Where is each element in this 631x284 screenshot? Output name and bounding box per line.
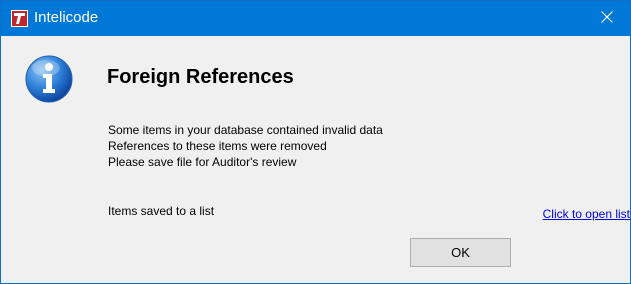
- close-icon: [601, 10, 613, 28]
- app-logo-icon: [11, 10, 28, 27]
- ok-button[interactable]: OK: [410, 238, 511, 267]
- open-list-link[interactable]: Click to open list: [543, 207, 630, 222]
- dialog-window: Intelicode Foreign References Some items…: [0, 0, 631, 284]
- message-line: Some items in your database contained in…: [108, 123, 383, 137]
- info-icon: [24, 54, 74, 104]
- message-line: Please save file for Auditor's review: [108, 155, 297, 169]
- close-button[interactable]: [584, 1, 630, 36]
- dialog-content: Foreign References Some items in your da…: [1, 36, 630, 283]
- window-title: Intelicode: [34, 9, 99, 26]
- items-saved-text: Items saved to a list: [108, 204, 215, 218]
- message-line: References to these items were removed: [108, 139, 327, 153]
- title-bar[interactable]: Intelicode: [1, 1, 630, 36]
- dialog-heading: Foreign References: [107, 66, 294, 88]
